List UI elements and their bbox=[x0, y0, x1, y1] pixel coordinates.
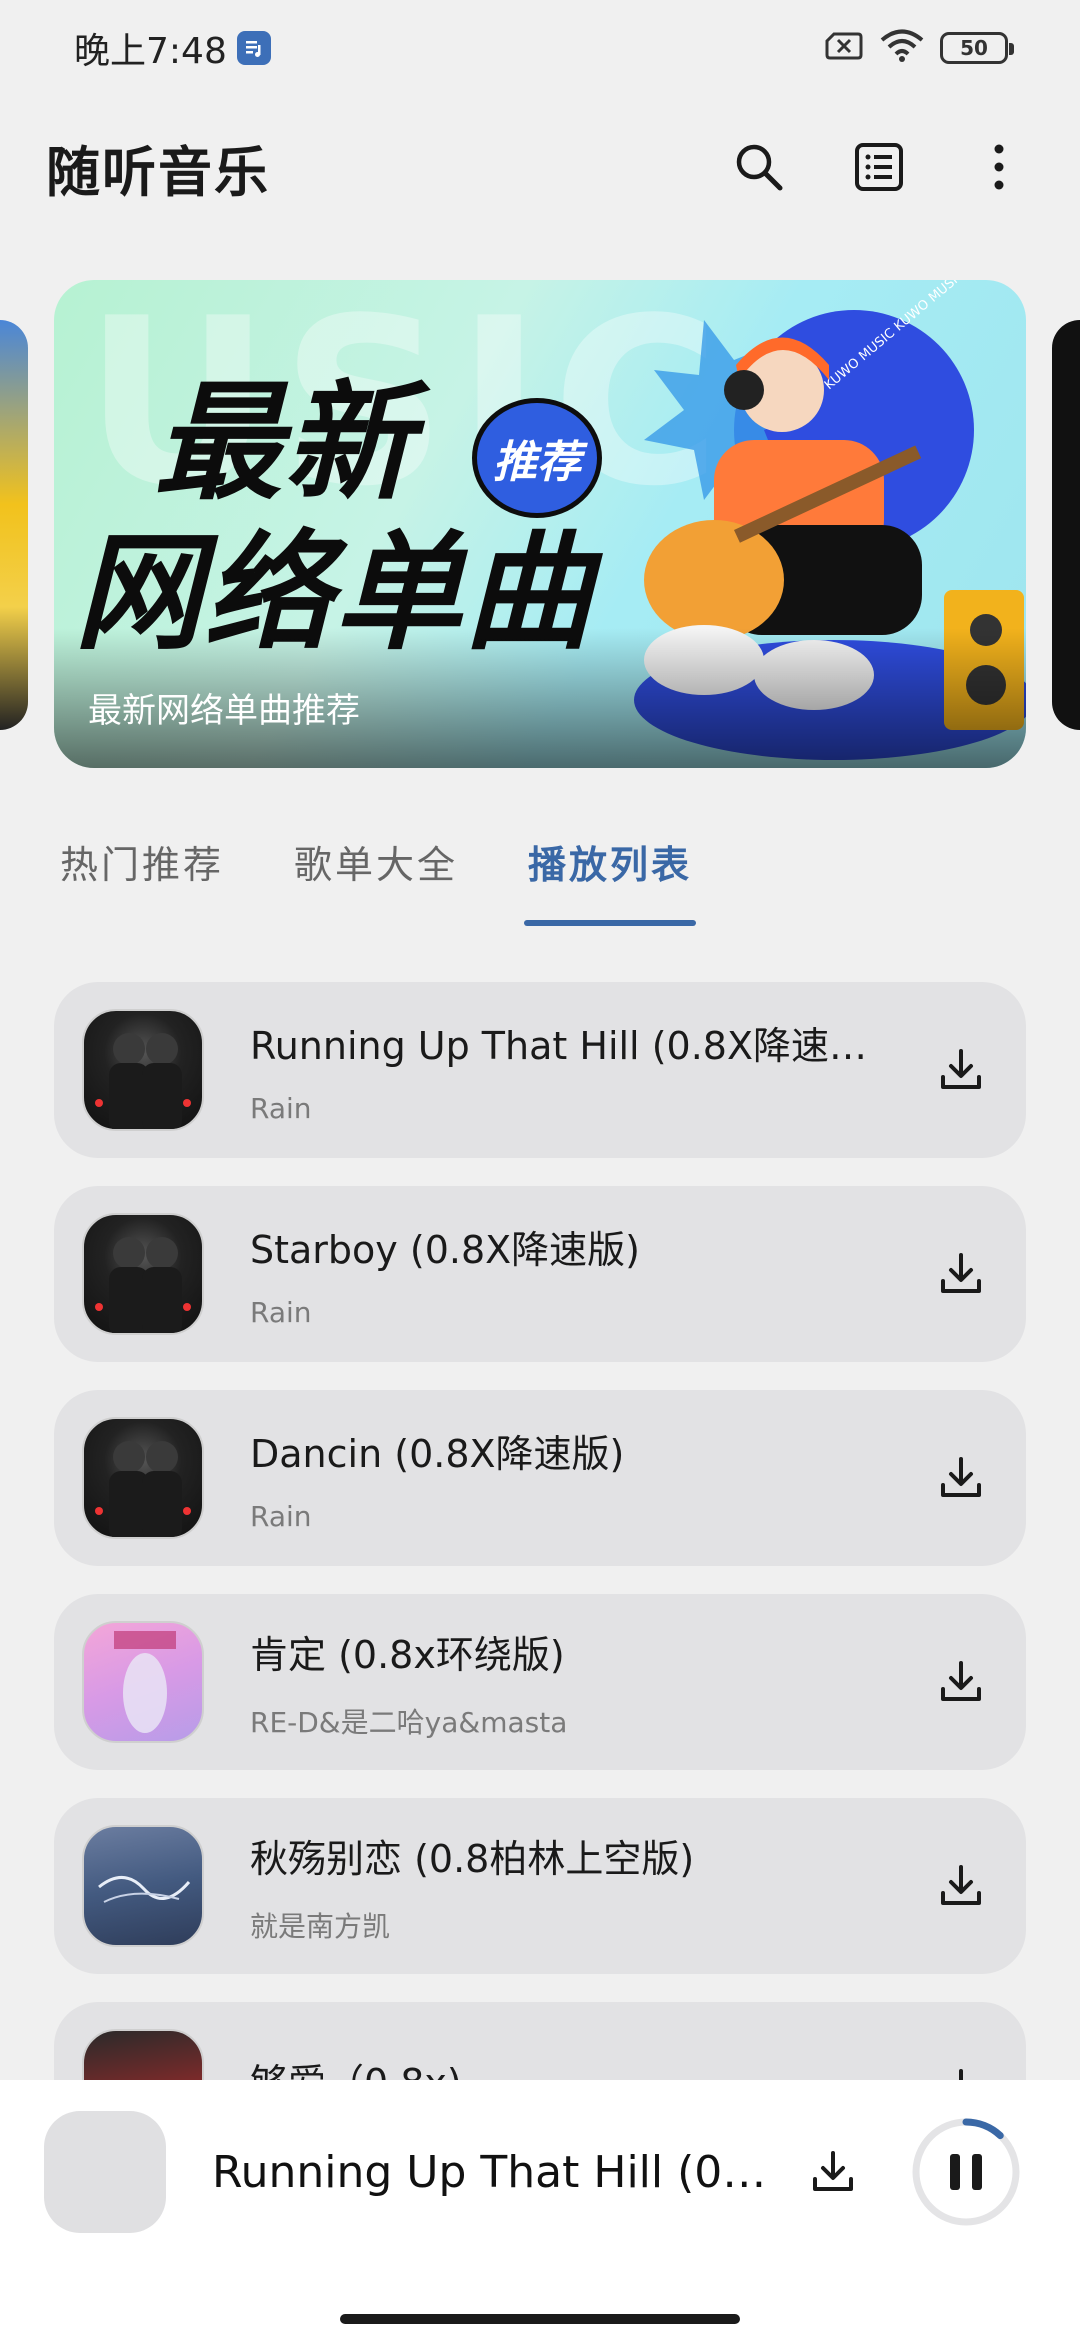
status-right: 50 bbox=[824, 29, 1014, 67]
list-item[interactable]: 肯定 (0.8x环绕版) RE-D&是二哈ya&masta bbox=[54, 1594, 1026, 1770]
more-vertical-icon bbox=[994, 144, 1004, 190]
song-text: 肯定 (0.8x环绕版) RE-D&是二哈ya&masta bbox=[250, 1624, 926, 1741]
song-title: 够爱（0.8x) bbox=[250, 2052, 870, 2081]
category-tabs: 热门推荐 歌单大全 播放列表 bbox=[60, 820, 697, 930]
download-icon bbox=[941, 1865, 981, 1905]
play-pause-button[interactable] bbox=[910, 2116, 1022, 2228]
banner-headline-line1: 最新 bbox=[154, 369, 415, 518]
list-item[interactable]: 秋殇别恋 (0.8柏林上空版) 就是南方凯 bbox=[54, 1798, 1026, 1974]
status-bar: 晚上7:48 50 bbox=[0, 0, 1080, 96]
status-left: 晚上7:48 bbox=[74, 22, 271, 74]
song-text: Starboy (0.8X降速版) Rain bbox=[250, 1219, 926, 1329]
list-item[interactable]: Running Up That Hill (0.8X降速… Rain bbox=[54, 982, 1026, 1158]
banner-prev-peek[interactable] bbox=[0, 320, 28, 730]
sim-off-icon bbox=[824, 30, 864, 66]
list-item[interactable]: Dancin (0.8X降速版) Rain bbox=[54, 1390, 1026, 1566]
song-title: Starboy (0.8X降速版) bbox=[250, 1228, 640, 1272]
pause-icon bbox=[950, 2154, 982, 2190]
song-title: 肯定 (0.8x环绕版) bbox=[250, 1632, 565, 1677]
now-playing-download-button[interactable] bbox=[798, 2137, 868, 2207]
banner-next-peek[interactable] bbox=[1052, 320, 1080, 730]
home-indicator[interactable] bbox=[340, 2314, 740, 2324]
music-notification-icon bbox=[236, 31, 271, 65]
download-button[interactable] bbox=[926, 2055, 996, 2080]
tab-hot-recommend[interactable]: 热门推荐 bbox=[60, 820, 224, 930]
battery-indicator: 50 bbox=[940, 32, 1014, 64]
song-artist: Rain bbox=[250, 1500, 312, 1533]
download-icon bbox=[941, 1661, 981, 1701]
download-button[interactable] bbox=[926, 1035, 996, 1105]
navigation-bar bbox=[0, 2264, 1080, 2340]
app-title: 随听音乐 bbox=[46, 140, 270, 204]
song-title: Running Up That Hill (0.8X降速… bbox=[250, 1024, 867, 1068]
wifi-icon bbox=[880, 29, 924, 67]
download-icon bbox=[941, 1049, 981, 1089]
song-artist: Rain bbox=[250, 1092, 312, 1125]
now-playing-cover[interactable] bbox=[44, 2111, 166, 2233]
song-text: 秋殇别恋 (0.8柏林上空版) 就是南方凯 bbox=[250, 1828, 926, 1945]
playlist-button[interactable] bbox=[844, 132, 914, 202]
download-button[interactable] bbox=[926, 1851, 996, 1921]
song-text: Running Up That Hill (0.8X降速… Rain bbox=[250, 1015, 926, 1125]
song-title: Dancin (0.8X降速版) bbox=[250, 1432, 625, 1476]
song-title: 秋殇别恋 (0.8柏林上空版) bbox=[250, 1836, 695, 1881]
banner-recommend-badge: 推荐 bbox=[472, 398, 602, 518]
album-cover bbox=[82, 1417, 204, 1539]
more-options-button[interactable] bbox=[964, 132, 1034, 202]
mini-player[interactable]: Running Up That Hill (0… bbox=[0, 2080, 1080, 2264]
song-artist: RE-D&是二哈ya&masta bbox=[250, 1705, 568, 1739]
now-playing-title[interactable]: Running Up That Hill (0… bbox=[212, 2147, 772, 2198]
song-artist: 就是南方凯 bbox=[250, 1909, 391, 1943]
app-actions bbox=[724, 132, 1034, 202]
album-cover bbox=[82, 1825, 204, 1947]
song-text: Dancin (0.8X降速版) Rain bbox=[250, 1423, 926, 1533]
tab-play-queue[interactable]: 播放列表 bbox=[524, 820, 697, 930]
song-list[interactable]: Running Up That Hill (0.8X降速… Rain Starb… bbox=[54, 982, 1026, 2080]
list-icon bbox=[855, 143, 903, 191]
banner-card[interactable]: USIC KUWO MUSIC KUWO MUSIC 最新 网络单曲 推荐 最新… bbox=[54, 280, 1026, 768]
album-cover bbox=[82, 1009, 204, 1131]
app-bar: 随听音乐 bbox=[0, 112, 1080, 222]
download-icon bbox=[813, 2151, 853, 2191]
download-icon bbox=[941, 1253, 981, 1293]
list-item[interactable]: 够爱（0.8x) bbox=[54, 2002, 1026, 2080]
song-text: 够爱（0.8x) bbox=[250, 2052, 926, 2081]
song-artist: Rain bbox=[250, 1296, 312, 1329]
banner-caption: 最新网络单曲推荐 bbox=[88, 691, 360, 731]
search-button[interactable] bbox=[724, 132, 794, 202]
download-button[interactable] bbox=[926, 1443, 996, 1513]
album-cover bbox=[82, 2029, 204, 2080]
download-button[interactable] bbox=[926, 1647, 996, 1717]
list-item[interactable]: Starboy (0.8X降速版) Rain bbox=[54, 1186, 1026, 1362]
status-time: 晚上7:48 bbox=[74, 31, 227, 72]
album-cover bbox=[82, 1621, 204, 1743]
download-button[interactable] bbox=[926, 1239, 996, 1309]
download-icon bbox=[959, 2069, 963, 2080]
album-cover bbox=[82, 1213, 204, 1335]
banner-carousel[interactable]: USIC KUWO MUSIC KUWO MUSIC 最新 网络单曲 推荐 最新… bbox=[0, 280, 1080, 770]
search-icon bbox=[736, 144, 783, 191]
tab-playlists[interactable]: 歌单大全 bbox=[294, 820, 458, 930]
download-icon bbox=[941, 1457, 981, 1497]
